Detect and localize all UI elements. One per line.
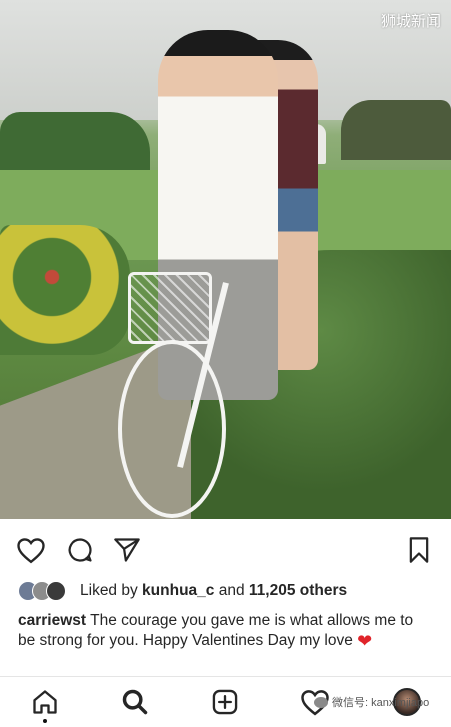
caption-username[interactable]: carriewst — [18, 612, 86, 629]
photo-hedge-right — [341, 100, 451, 160]
likes-row: Liked by kunhua_c and 11,205 others — [18, 580, 347, 602]
likes-middle: and — [214, 582, 249, 599]
photo-bike-wheel — [118, 340, 226, 518]
search-icon[interactable] — [120, 687, 150, 717]
liker-avatar — [46, 581, 66, 601]
heart-outline-icon[interactable] — [16, 535, 46, 565]
red-heart-emoji-icon: ❤ — [357, 631, 373, 651]
likes-count[interactable]: 11,205 others — [249, 582, 347, 600]
wechat-watermark: 微信号: kanximjiapo — [314, 694, 429, 710]
wechat-logo-icon — [314, 696, 328, 708]
add-post-icon[interactable] — [210, 687, 240, 717]
liker-username[interactable]: kunhua_c — [142, 582, 214, 600]
wechat-watermark-text: 微信号: kanximjiapo — [332, 697, 430, 709]
paper-plane-icon[interactable] — [112, 535, 142, 565]
post-caption: carriewst The courage you gave me is wha… — [18, 611, 434, 651]
watermark-text: 狮城新闻 — [380, 13, 441, 30]
home-icon[interactable] — [30, 687, 60, 717]
photo-bike-basket — [128, 272, 212, 344]
liker-avatars[interactable] — [18, 581, 72, 601]
post-photo[interactable]: 狮城新闻 — [0, 0, 451, 519]
active-tab-dot — [43, 719, 47, 723]
comment-bubble-icon[interactable] — [65, 535, 95, 565]
post-action-bar — [0, 519, 451, 579]
likes-prefix: Liked by — [80, 582, 143, 599]
photo-flowerbed — [0, 225, 130, 355]
bookmark-icon[interactable] — [404, 535, 434, 565]
